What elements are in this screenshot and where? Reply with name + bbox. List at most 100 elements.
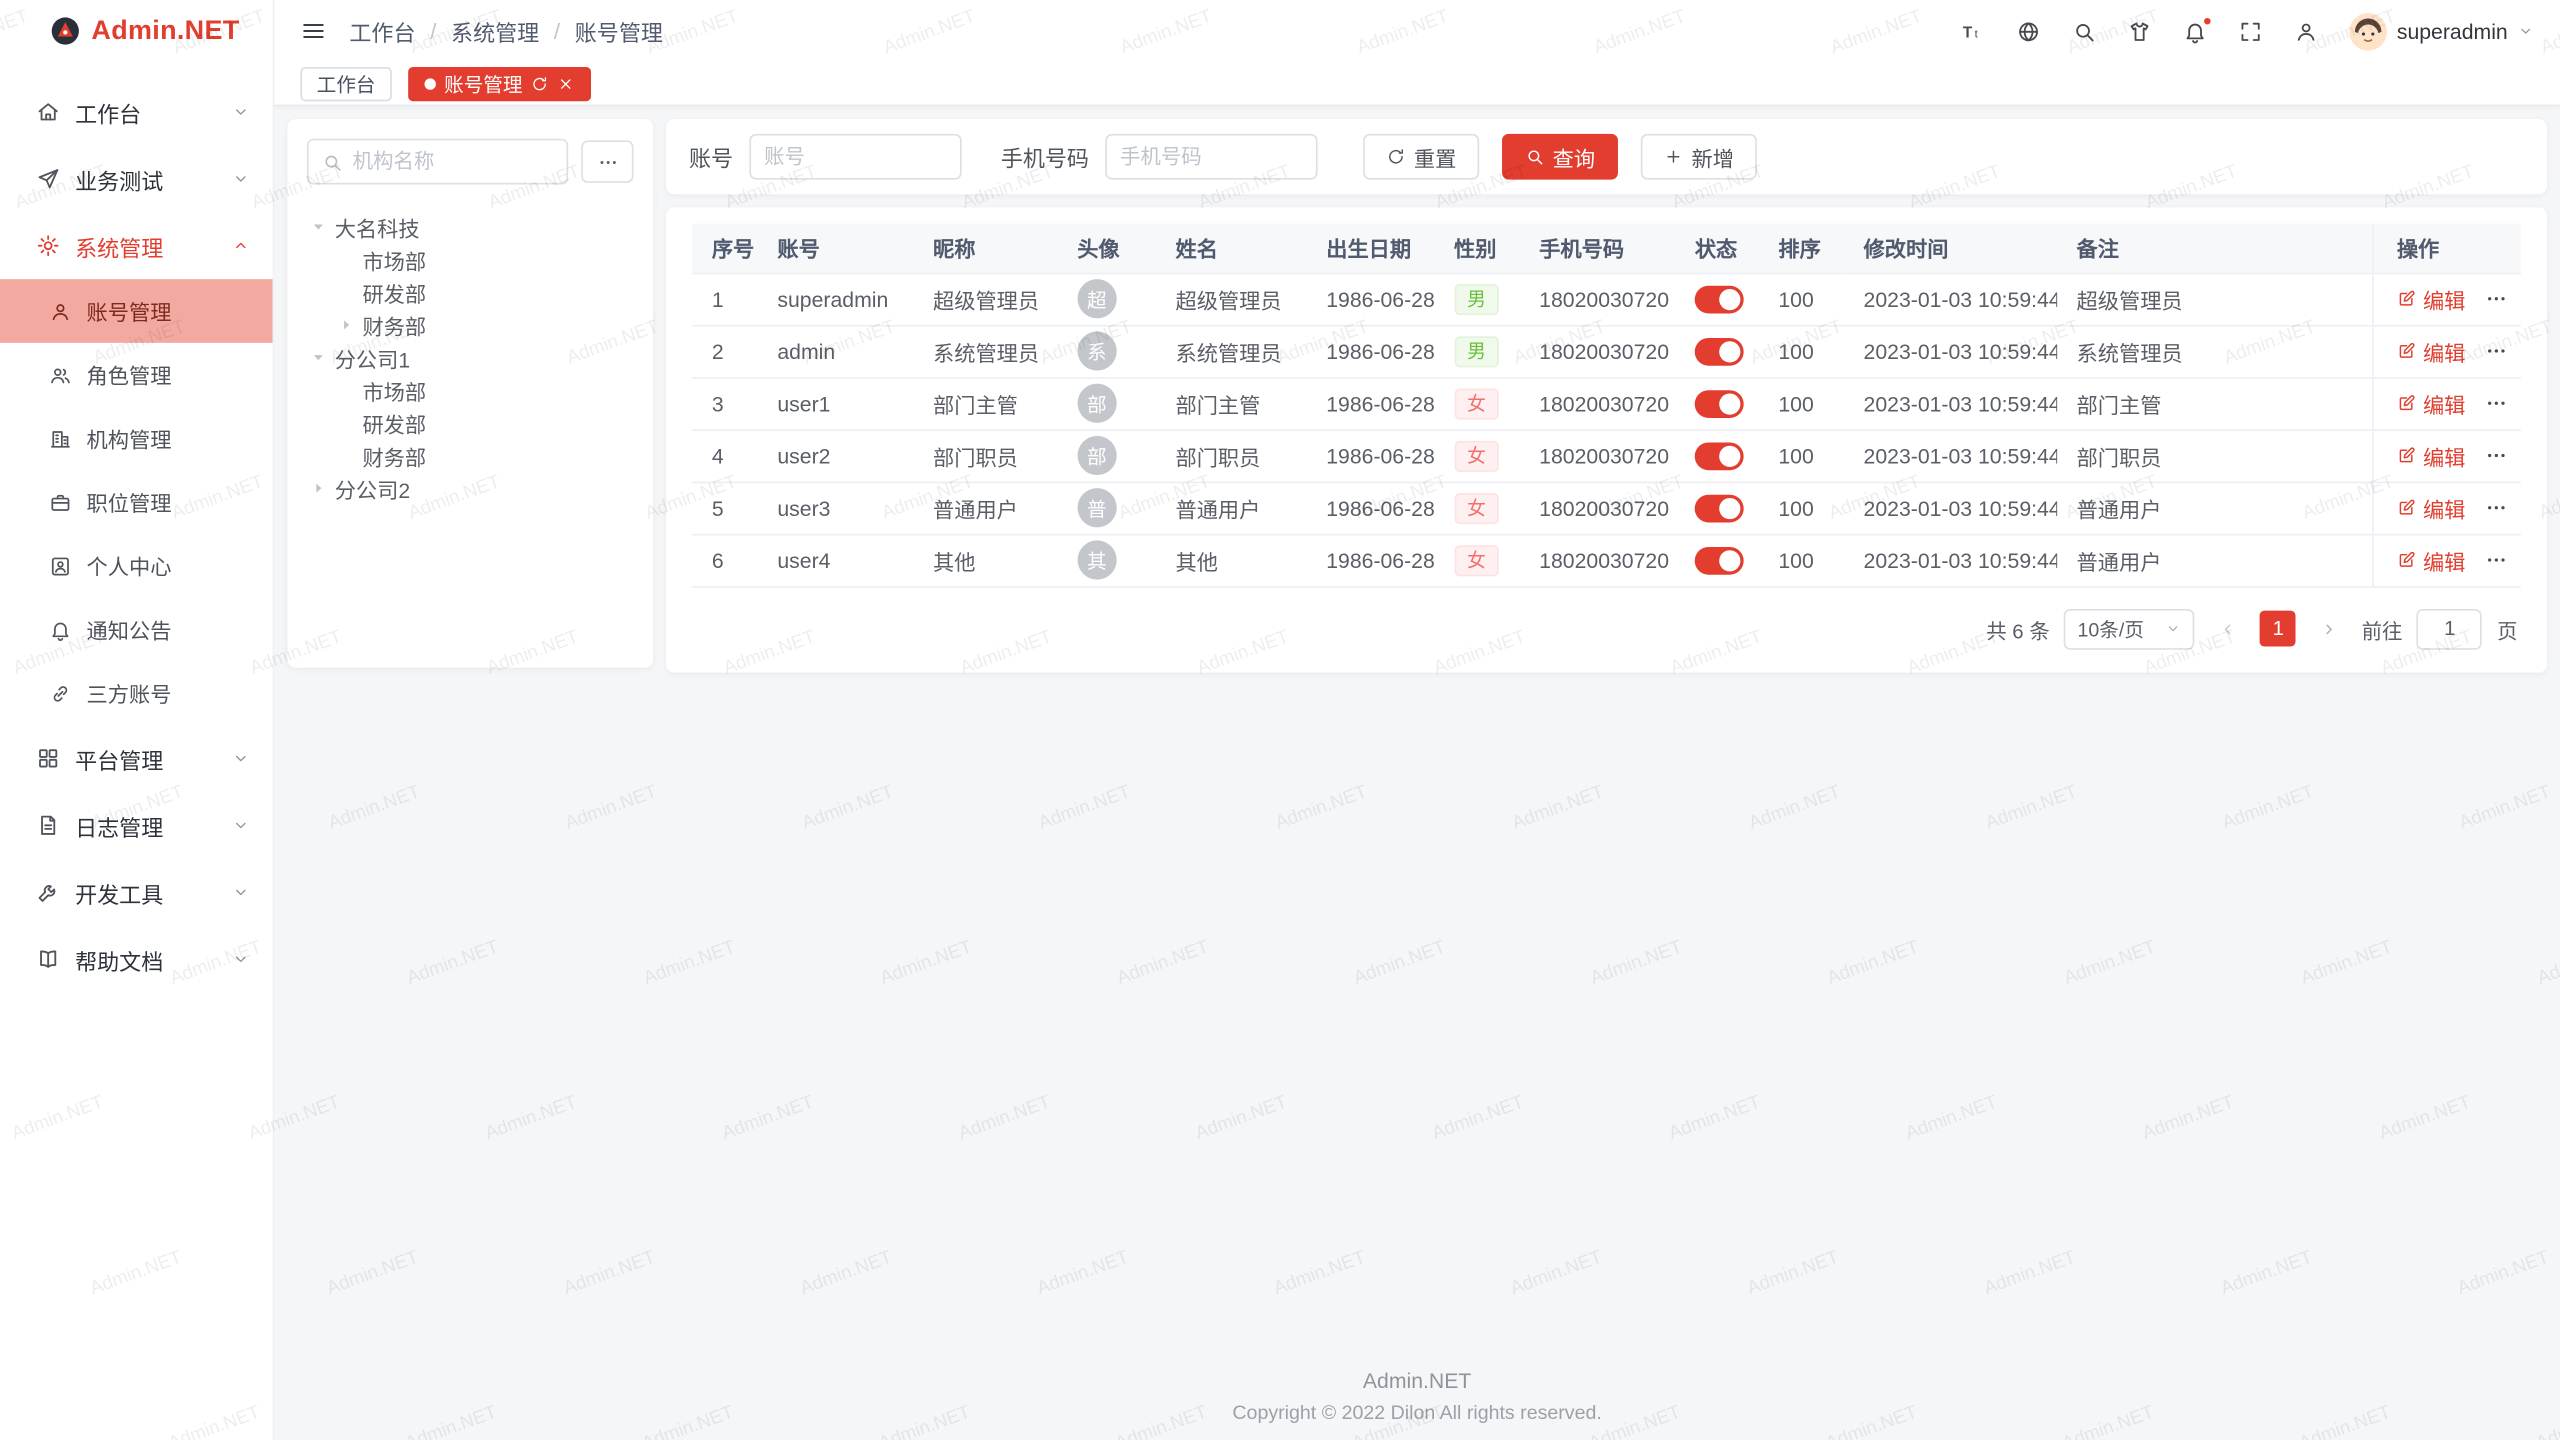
gender-badge: 女 [1454,492,1499,523]
home-icon [36,100,60,124]
breadcrumb-item-system-management[interactable]: 系统管理 [451,15,539,48]
edit-button[interactable]: 编辑 [2397,283,2466,314]
caret-right-icon[interactable] [335,317,358,333]
sidebar-item-platform-management[interactable]: 平台管理 [0,725,273,792]
sidebar-item-log-management[interactable]: 日志管理 [0,792,273,859]
sidebar-item-label: 系统管理 [75,229,217,262]
column-header-actions: 操作 [2373,224,2521,273]
phone-filter-input[interactable] [1120,145,1303,168]
sidebar-item-dev-tools[interactable]: 开发工具 [0,859,273,926]
edit-button[interactable]: 编辑 [2397,440,2466,471]
prev-page-button[interactable] [2210,611,2246,647]
cell-remark: 部门职员 [2057,429,2373,481]
sidebar-item-role-management[interactable]: 角色管理 [0,343,273,407]
table-body: 1superadmin超级管理员超超级管理员1986-06-28男1802003… [692,273,2521,586]
status-toggle[interactable] [1695,494,1744,522]
edit-button[interactable]: 编辑 [2397,544,2466,575]
edit-button[interactable]: 编辑 [2397,388,2466,419]
tree-node-market-dept-2[interactable]: 市场部 [307,374,634,407]
language-icon[interactable] [2016,19,2040,43]
cell-modified: 2023-01-03 10:59:44 [1844,534,2057,586]
sidebar-item-help-docs[interactable]: 帮助文档 [0,926,273,993]
more-actions-icon[interactable] [2485,444,2508,467]
sidebar-item-business-test[interactable]: 业务测试 [0,145,273,212]
status-toggle[interactable] [1695,389,1744,417]
tree-node-finance-dept-1[interactable]: 财务部 [307,309,634,342]
column-header-index: 序号 [692,224,758,273]
cell-gender: 女 [1434,534,1519,586]
status-toggle[interactable] [1695,337,1744,365]
tab-workbench[interactable]: 工作台 [300,66,391,100]
reset-button[interactable]: 重置 [1363,134,1479,180]
next-page-button[interactable] [2311,611,2347,647]
sidebar-item-label: 日志管理 [75,809,217,842]
column-header-modified: 修改时间 [1844,224,2057,273]
more-actions-icon[interactable] [2485,549,2508,572]
org-search-input[interactable] [353,150,554,173]
profile-icon[interactable] [2294,19,2318,43]
sidebar-item-position-management[interactable]: 职位管理 [0,470,273,534]
sidebar-item-system-management[interactable]: 系统管理 [0,212,273,279]
add-button[interactable]: 新增 [1641,134,1757,180]
sidebar-item-notice-announcement[interactable]: 通知公告 [0,598,273,662]
menu-collapse-icon[interactable] [300,18,326,44]
page-size-select[interactable]: 10条/页 [2064,608,2195,649]
font-size-icon[interactable]: Tt [1961,19,1985,43]
column-header-nickname: 昵称 [913,224,1057,273]
more-actions-icon[interactable] [2485,287,2508,310]
status-toggle[interactable] [1695,546,1744,574]
cell-phone: 18020030720 [1520,429,1676,481]
sidebar-item-account-management[interactable]: 账号管理 [0,279,273,343]
avatar: 普 [1077,488,1116,527]
sidebar-item-third-party-account[interactable]: 三方账号 [0,661,273,725]
cell-account: admin [758,325,914,377]
sidebar-item-personal-center[interactable]: 个人中心 [0,534,273,598]
app-logo[interactable]: Admin.NET [0,0,273,62]
account-filter-input[interactable] [764,145,947,168]
edit-button[interactable]: 编辑 [2397,336,2466,367]
page-number-current[interactable]: 1 [2260,611,2296,647]
accounts-table: 序号账号昵称头像姓名出生日期性别手机号码状态排序修改时间备注操作 1supera… [692,224,2521,587]
breadcrumb-item-workbench[interactable]: 工作台 [349,15,415,48]
goto-page-input[interactable] [2417,608,2482,649]
cell-phone: 18020030720 [1520,325,1676,377]
status-toggle[interactable] [1695,285,1744,313]
tree-node-label: 财务部 [362,309,426,340]
tree-node-market-dept-1[interactable]: 市场部 [307,243,634,276]
tab-account-management[interactable]: 账号管理 [408,66,591,100]
cell-gender: 男 [1434,273,1519,325]
filter-buttons: 重置 查询 新增 [1363,134,1757,180]
tree-node-daming-tech[interactable]: 大名科技 [307,211,634,244]
caret-down-icon[interactable] [307,349,330,365]
more-actions-icon[interactable] [2485,340,2508,363]
more-actions-icon[interactable] [2485,392,2508,415]
cell-nickname: 其他 [913,534,1057,586]
org-more-button[interactable] [581,140,633,182]
user-menu[interactable]: superadmin [2349,12,2533,50]
edit-button[interactable]: 编辑 [2397,492,2466,523]
search-button[interactable]: 查询 [1502,134,1618,180]
status-toggle[interactable] [1695,442,1744,470]
tree-node-branch-2[interactable]: 分公司2 [307,472,634,505]
refresh-tab-icon[interactable] [531,74,549,92]
column-header-status: 状态 [1675,224,1759,273]
more-actions-icon[interactable] [2485,496,2508,519]
search-icon[interactable] [2072,19,2096,43]
cell-avatar: 部 [1058,377,1156,429]
caret-right-icon[interactable] [307,480,330,496]
tree-node-rd-dept-1[interactable]: 研发部 [307,276,634,309]
tree-node-finance-dept-2[interactable]: 财务部 [307,439,634,472]
cell-birthday: 1986-06-28 [1307,377,1435,429]
cell-account: user4 [758,534,914,586]
close-tab-icon[interactable] [557,74,575,92]
theme-icon[interactable] [2127,19,2151,43]
fullscreen-icon[interactable] [2238,19,2262,43]
sidebar-item-org-management[interactable]: 机构管理 [0,407,273,471]
table-row: 2admin系统管理员系系统管理员1986-06-28男180200307201… [692,325,2521,377]
caret-down-icon[interactable] [307,219,330,235]
notification-bell-button[interactable] [2183,19,2207,43]
tree-node-branch-1[interactable]: 分公司1 [307,341,634,374]
sidebar-item-workbench[interactable]: 工作台 [0,78,273,145]
cell-avatar: 超 [1058,273,1156,325]
tree-node-rd-dept-2[interactable]: 研发部 [307,407,634,440]
